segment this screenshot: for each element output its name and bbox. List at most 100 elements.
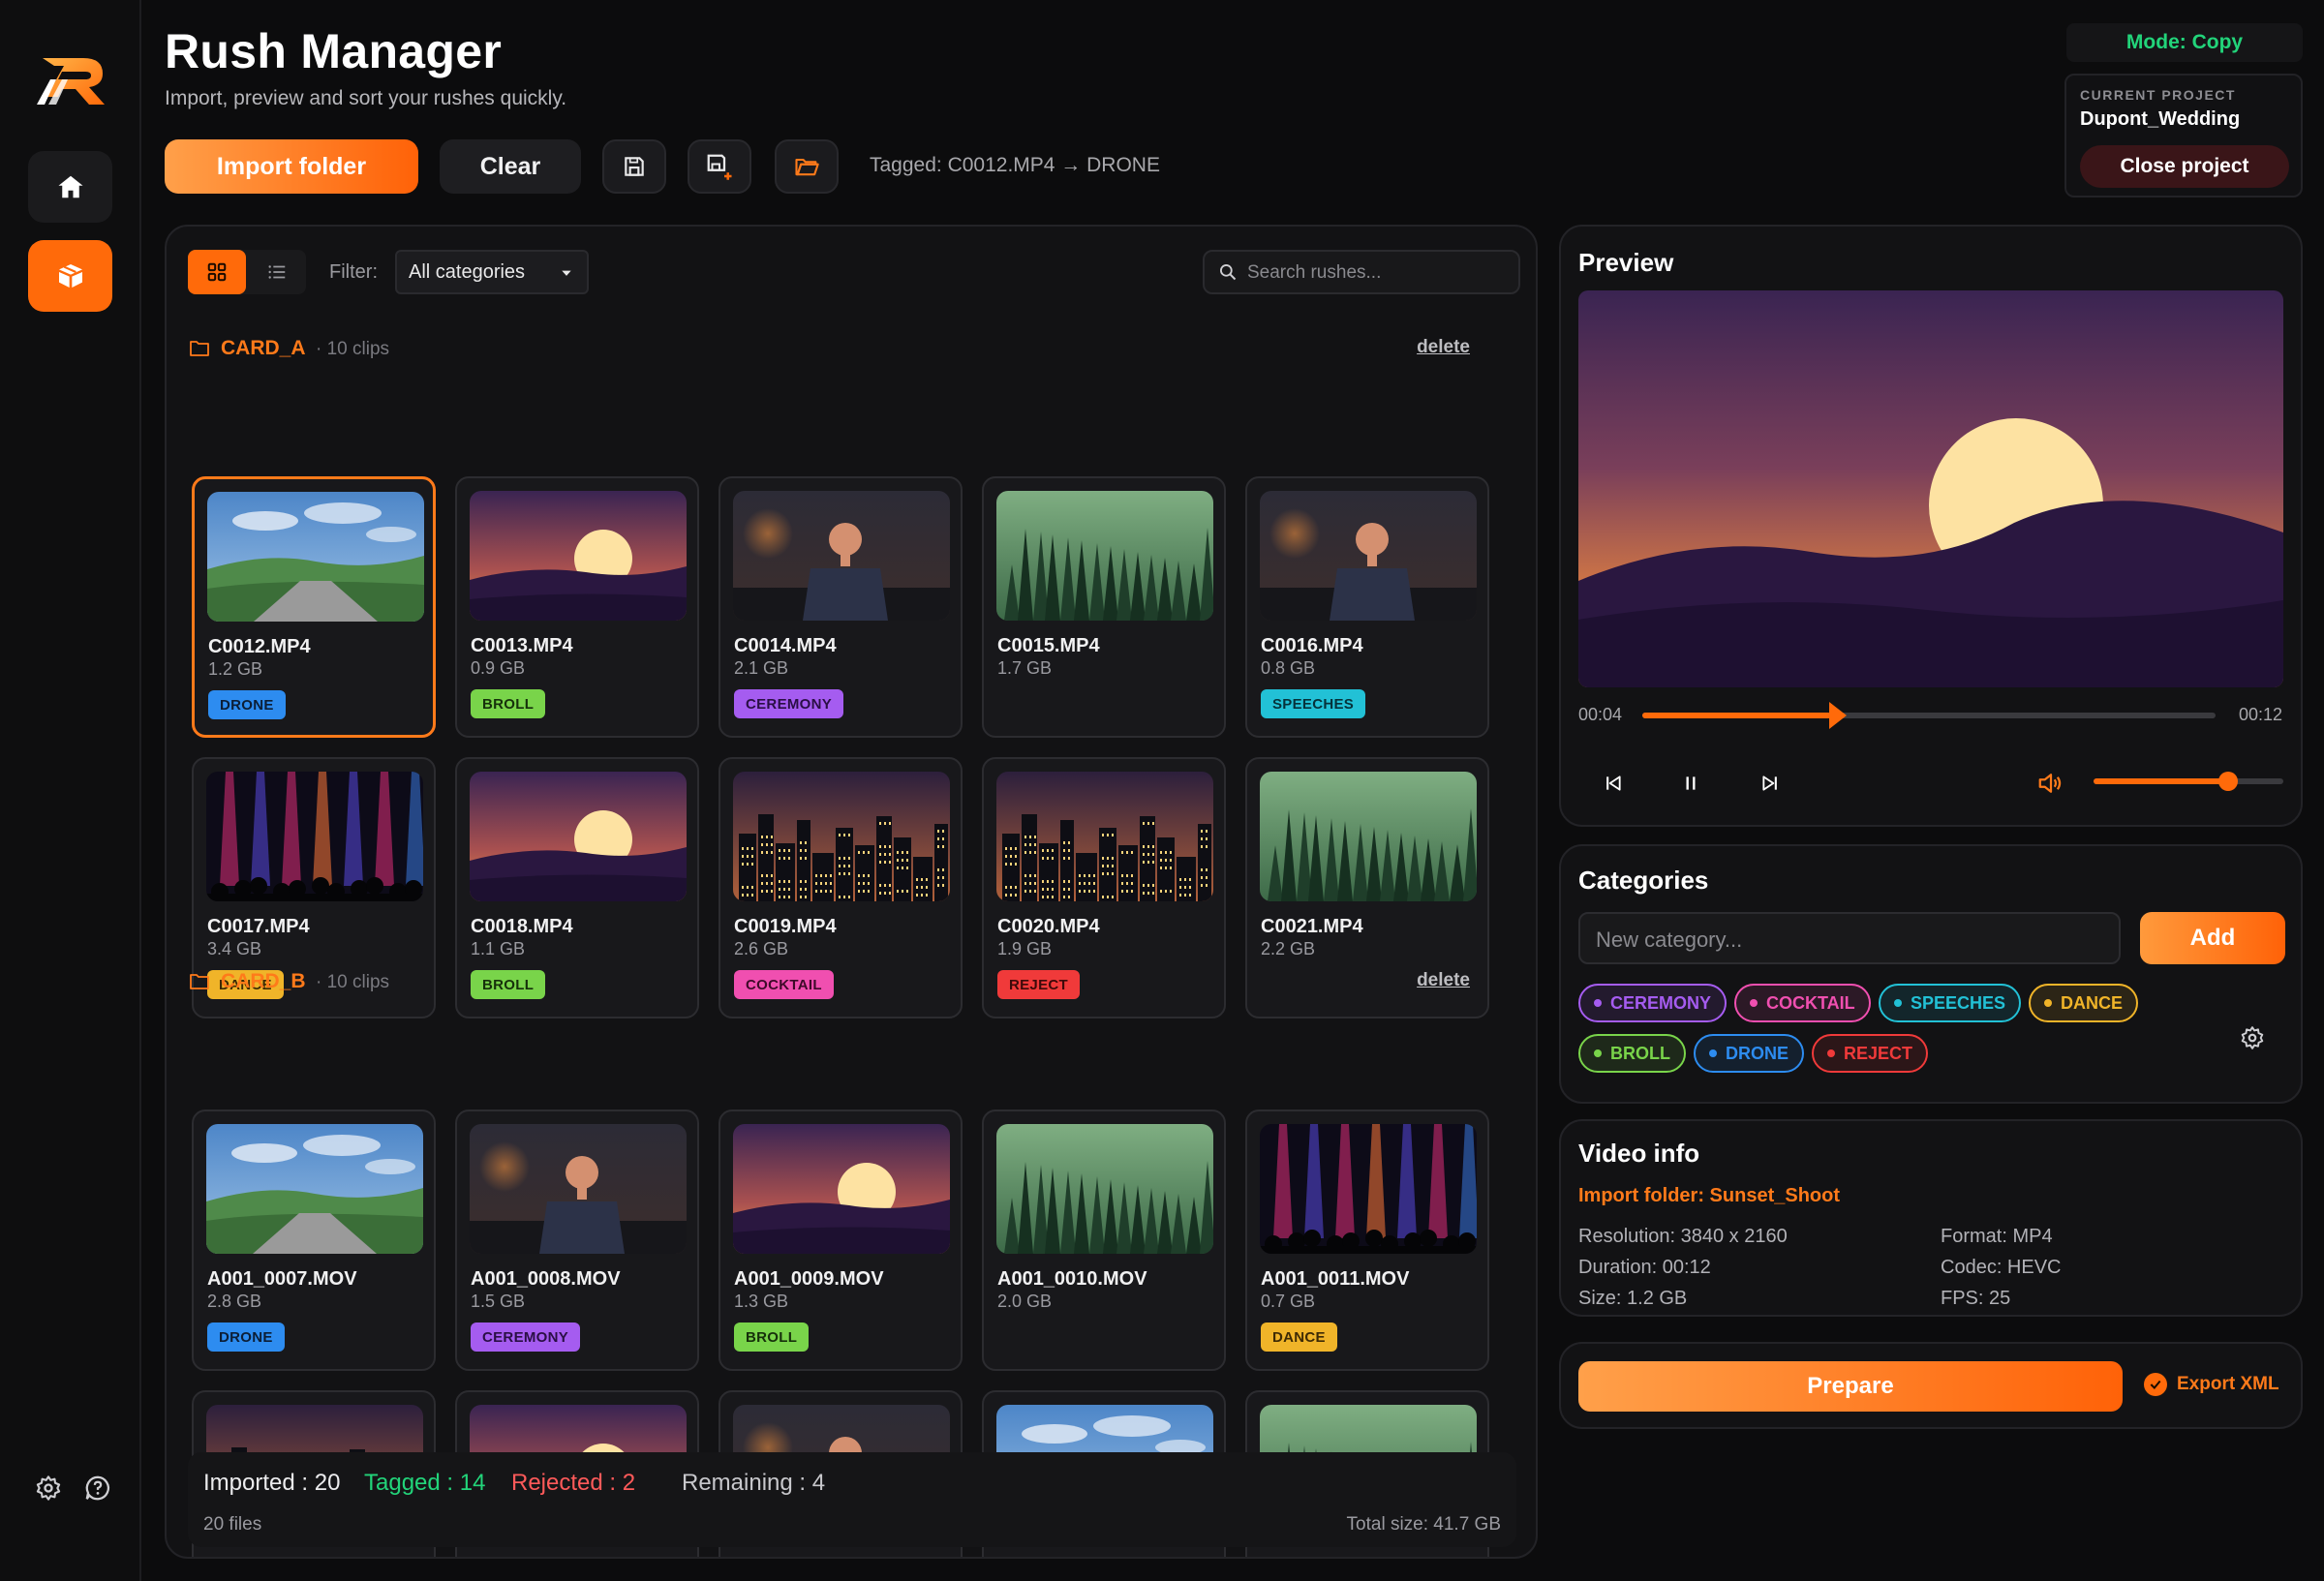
folder-icon — [190, 341, 209, 356]
category-chip[interactable]: BROLL — [1578, 1034, 1686, 1073]
category-chip[interactable]: SPEECHES — [1879, 984, 2022, 1022]
current-time: 00:04 — [1578, 705, 1623, 724]
prepare-button[interactable]: Prepare — [1578, 1361, 2123, 1412]
clip-card[interactable]: C0016.MP4 0.8 GB SPEECHES — [1245, 476, 1489, 738]
settings-button[interactable] — [30, 1470, 67, 1506]
nav-home-button[interactable] — [28, 151, 112, 223]
help-button[interactable] — [79, 1470, 116, 1506]
info-format: Format: MP4 — [1941, 1226, 2053, 1247]
clip-thumbnail — [996, 1124, 1213, 1254]
grid-view-button[interactable] — [188, 250, 246, 294]
close-project-button[interactable]: Close project — [2080, 145, 2289, 188]
save-button[interactable] — [602, 139, 666, 194]
category-chip[interactable]: DANCE — [2029, 984, 2139, 1022]
nav-rushes-button[interactable] — [28, 240, 112, 312]
category-filter-select[interactable]: All categories — [395, 250, 589, 294]
video-info-title: Video info — [1578, 1139, 1700, 1168]
clear-button[interactable]: Clear — [440, 139, 581, 194]
category-chip-label: DRONE — [1726, 1043, 1789, 1063]
next-button[interactable] — [1751, 764, 1789, 803]
open-folder-button[interactable] — [775, 139, 839, 194]
volume-button[interactable] — [2032, 764, 2070, 803]
clip-thumbnail — [1260, 772, 1477, 901]
clip-tag-badge: DRONE — [208, 690, 286, 719]
delete-folder-link[interactable]: delete — [1417, 970, 1470, 991]
clip-name: C0021.MP4 — [1261, 916, 1363, 937]
search-input[interactable]: Search rushes... — [1203, 250, 1520, 294]
home-icon — [58, 175, 82, 198]
clip-card[interactable]: A001_0010.MOV 2.0 GB — [982, 1110, 1226, 1371]
category-chip-label: DANCE — [2061, 992, 2124, 1013]
category-dot — [1750, 999, 1758, 1007]
gear-icon — [2241, 1026, 2264, 1049]
seek-handle[interactable] — [1827, 702, 1848, 729]
category-chip[interactable]: DRONE — [1694, 1034, 1805, 1073]
categories-panel: Categories New category... Add CEREMONY C… — [1559, 844, 2303, 1104]
clip-thumbnail — [733, 1124, 950, 1254]
list-view-button[interactable] — [248, 250, 306, 294]
add-category-button[interactable]: Add — [2140, 912, 2285, 964]
clip-thumbnail — [733, 491, 950, 621]
clip-name: C0020.MP4 — [997, 916, 1100, 937]
info-codec: Codec: HEVC — [1941, 1257, 2062, 1278]
clip-size: 3.4 GB — [207, 939, 262, 958]
clip-card[interactable]: C0012.MP4 1.2 GB DRONE — [192, 476, 436, 738]
clip-tag-badge: SPEECHES — [1261, 689, 1366, 718]
clip-name: C0013.MP4 — [471, 635, 573, 656]
skip-forward-icon — [1762, 775, 1777, 791]
category-chip[interactable]: REJECT — [1812, 1034, 1929, 1073]
clip-thumbnail — [470, 1124, 687, 1254]
view-toggle — [188, 250, 306, 294]
total-time: 00:12 — [2239, 705, 2283, 724]
category-settings-button[interactable] — [2233, 1019, 2272, 1057]
clip-thumbnail — [1260, 1124, 1477, 1254]
info-size: Size: 1.2 GB — [1578, 1288, 1688, 1309]
clip-thumbnail — [1260, 491, 1477, 621]
folder-clip-count: · 10 clips — [316, 972, 390, 992]
category-chip-label: BROLL — [1610, 1043, 1670, 1063]
new-category-placeholder: New category... — [1596, 927, 1743, 952]
volume-handle[interactable] — [2218, 772, 2239, 791]
clip-card[interactable]: C0014.MP4 2.1 GB CEREMONY — [719, 476, 963, 738]
save-as-button[interactable] — [688, 139, 751, 194]
gear-icon — [36, 1475, 61, 1501]
category-chip-label: REJECT — [1844, 1043, 1913, 1063]
export-xml-toggle[interactable]: Export XML — [2144, 1373, 2279, 1396]
clip-thumbnail — [996, 491, 1213, 621]
volume-icon — [2038, 774, 2062, 793]
category-chip-label: COCKTAIL — [1766, 992, 1855, 1013]
video-preview[interactable] — [1578, 290, 2283, 687]
category-chip-label: SPEECHES — [1911, 992, 2006, 1013]
search-icon — [1220, 264, 1237, 281]
pause-button[interactable] — [1671, 764, 1710, 803]
delete-folder-link[interactable]: delete — [1417, 337, 1470, 358]
app-subtitle: Import, preview and sort your rushes qui… — [165, 87, 567, 109]
category-dot — [2044, 999, 2052, 1007]
pause-icon — [1686, 776, 1696, 790]
folder-icon — [190, 974, 209, 989]
seek-bar[interactable] — [1642, 702, 2216, 729]
clip-size: 2.0 GB — [997, 1292, 1053, 1311]
clip-size: 2.1 GB — [734, 658, 789, 678]
clip-card[interactable]: A001_0007.MOV 2.8 GB DRONE — [192, 1110, 436, 1371]
preview-title: Preview — [1578, 248, 1674, 277]
skip-back-icon — [1606, 775, 1621, 791]
clip-name: C0019.MP4 — [734, 916, 837, 937]
clip-card[interactable]: C0015.MP4 1.7 GB — [982, 476, 1226, 738]
clip-card[interactable]: C0013.MP4 0.9 GB BROLL — [455, 476, 699, 738]
info-fps: FPS: 25 — [1941, 1288, 2011, 1309]
files-count: 20 files — [203, 1514, 262, 1535]
clip-name: C0014.MP4 — [734, 635, 837, 656]
import-folder-button[interactable]: Import folder — [165, 139, 418, 194]
previous-button[interactable] — [1594, 764, 1633, 803]
new-category-input[interactable]: New category... — [1578, 912, 2121, 964]
clip-card[interactable]: A001_0011.MOV 0.7 GB DANCE — [1245, 1110, 1489, 1371]
category-chip[interactable]: COCKTAIL — [1734, 984, 1871, 1022]
volume-slider[interactable] — [2094, 772, 2283, 791]
category-chip[interactable]: CEREMONY — [1578, 984, 1728, 1022]
clip-size: 0.9 GB — [471, 658, 526, 678]
clip-card[interactable]: A001_0008.MOV 1.5 GB CEREMONY — [455, 1110, 699, 1371]
clip-card[interactable]: A001_0009.MOV 1.3 GB BROLL — [719, 1110, 963, 1371]
grid-icon — [207, 262, 227, 282]
clip-size: 1.3 GB — [734, 1292, 789, 1311]
